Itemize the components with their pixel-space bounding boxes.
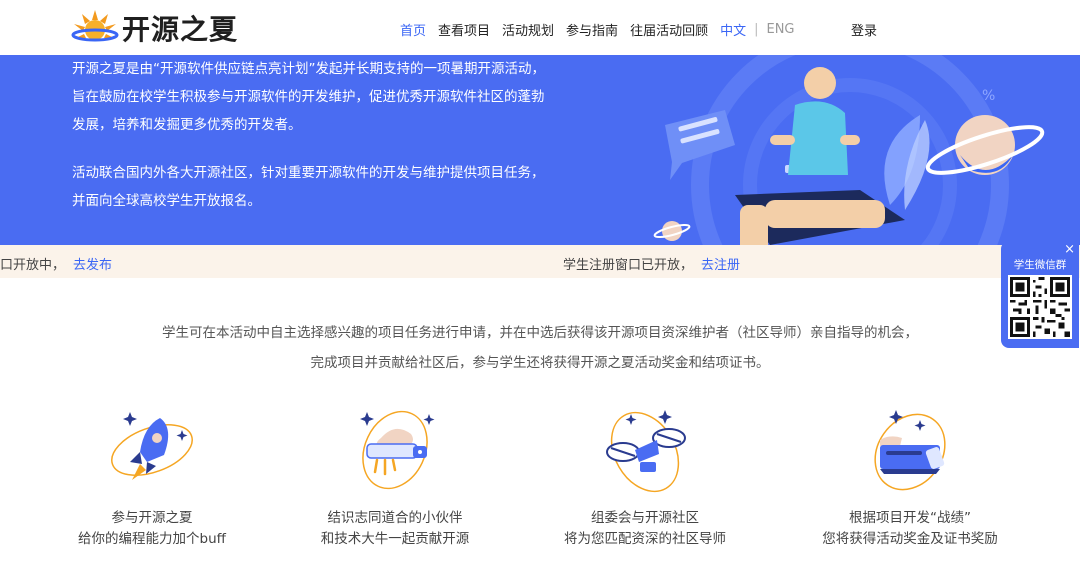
feature-subtitle: 和技术大牛一起贡献开源 <box>320 531 470 547</box>
feature-title: 参与开源之夏 <box>111 510 193 526</box>
feature-title: 组委会与开源社区 <box>591 510 699 526</box>
registration-notice-bar: 口开放中， 去发布 学生注册窗口已开放， 去注册 <box>0 245 1080 278</box>
hero-paragraph-1: 开源之夏是由“开源软件供应链点亮计划”发起并长期支持的一项暑期开源活动，旨在鼓励… <box>72 61 545 133</box>
site-logo[interactable]: 开源之夏 <box>70 8 238 48</box>
drone-icon <box>606 410 686 493</box>
nav-home[interactable]: 首页 <box>400 20 426 39</box>
close-icon[interactable]: × <box>1064 242 1075 257</box>
main-nav: 首页 查看项目 活动规划 参与指南 往届活动回顾 中文 | ENG <box>400 20 795 39</box>
hero-illustration: % <box>653 55 1045 245</box>
logo-text: 开源之夏 <box>122 13 239 46</box>
wechat-group-float: × 学生微信群 <box>1001 241 1079 348</box>
rocket-icon <box>111 412 193 480</box>
intro-line-1: 学生可在本活动中自主选择感兴趣的项目任务进行申请，并在中选后获得该开源项目资深维… <box>162 325 918 341</box>
login-link[interactable]: 登录 <box>851 20 877 39</box>
publish-link[interactable]: 去发布 <box>73 258 112 273</box>
feature-subtitle: 给你的编程能力加个buff <box>78 531 226 547</box>
lang-zh-toggle[interactable]: 中文 <box>720 20 746 39</box>
feature-card-friends: 结识志同道合的小伙伴 和技术大牛一起贡献开源 <box>285 400 505 550</box>
register-notice: 学生注册窗口已开放， 去注册 <box>563 254 740 273</box>
sun-logo-icon <box>71 10 119 42</box>
lang-en-toggle[interactable]: ENG <box>766 22 794 37</box>
satellite-icon <box>360 410 435 490</box>
lang-separator: | <box>754 22 759 37</box>
feature-subtitle: 您将获得活动奖金及证书奖励 <box>822 531 998 547</box>
hero-paragraph-2: 活动联合国内外各大开源社区，针对重要开源软件的开发与维护提供项目任务，并面向全球… <box>72 165 545 209</box>
register-notice-text: 学生注册窗口已开放， <box>563 258 694 273</box>
feature-subtitle: 将为您匹配资深的社区导师 <box>564 531 726 547</box>
nav-history[interactable]: 往届活动回顾 <box>630 20 708 39</box>
feature-card-rewards: 根据项目开发“战绩” 您将获得活动奖金及证书奖励 <box>800 400 1020 550</box>
feature-card-mentor: 组委会与开源社区 将为您匹配资深的社区导师 <box>535 400 755 550</box>
publish-notice: 口开放中， 去发布 <box>0 254 112 273</box>
wechat-qr-code <box>1008 275 1072 339</box>
nav-plan[interactable]: 活动规划 <box>502 20 554 39</box>
activity-intro: 学生可在本活动中自主选择感兴趣的项目任务进行申请，并在中选后获得该开源项目资深维… <box>0 318 1080 378</box>
feature-title: 结识志同道合的小伙伴 <box>327 510 463 526</box>
register-link[interactable]: 去注册 <box>701 258 740 273</box>
wechat-title: 学生微信群 <box>1013 259 1067 271</box>
hero-banner: % 开源之夏是由“开源软件供应链点亮计划”发起并长期支持的一项暑期开源活动，旨在… <box>0 55 1080 245</box>
publish-notice-text: 口开放中， <box>0 258 66 273</box>
svg-text:%: % <box>982 88 995 104</box>
intro-line-2: 完成项目并贡献给社区后，参与学生还将获得开源之夏活动奖金和结项证书。 <box>310 355 770 371</box>
hero-description: 开源之夏是由“开源软件供应链点亮计划”发起并长期支持的一项暑期开源活动，旨在鼓励… <box>72 55 547 235</box>
top-header: 开源之夏 首页 查看项目 活动规划 参与指南 往届活动回顾 中文 | ENG 登… <box>0 0 1080 55</box>
nav-projects[interactable]: 查看项目 <box>438 20 490 39</box>
feature-card-participate: 参与开源之夏 给你的编程能力加个buff <box>42 400 262 550</box>
spaceship-icon <box>874 410 946 491</box>
nav-guide[interactable]: 参与指南 <box>566 20 618 39</box>
feature-title: 根据项目开发“战绩” <box>849 510 971 526</box>
